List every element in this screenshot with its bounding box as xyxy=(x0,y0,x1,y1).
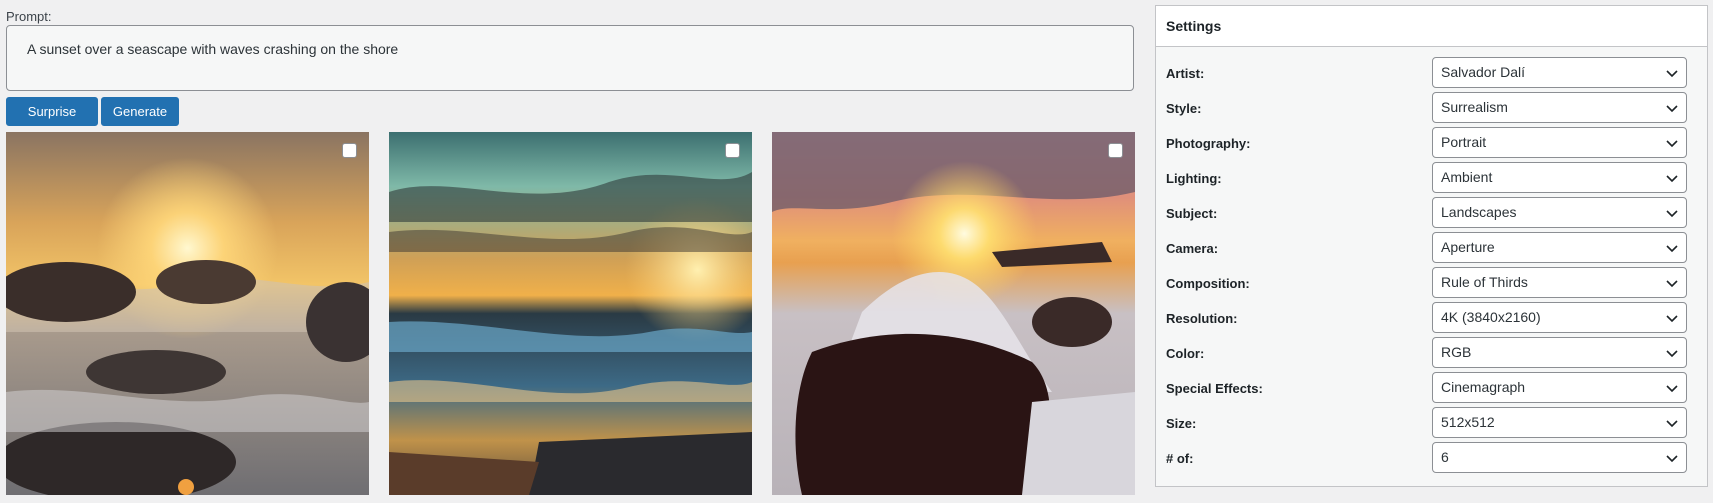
image-sunset-rocks xyxy=(6,132,369,495)
setting-row-color: Color: RGB xyxy=(1156,337,1707,372)
select-value: Aperture xyxy=(1441,239,1495,255)
settings-panel: Settings Artist: Salvador Dalí Style: Su… xyxy=(1155,5,1708,487)
count-select[interactable]: 6 xyxy=(1432,442,1687,473)
setting-label: Camera: xyxy=(1166,241,1219,256)
artist-select[interactable]: Salvador Dalí xyxy=(1432,57,1687,88)
setting-row-style: Style: Surrealism xyxy=(1156,92,1707,127)
select-value: Salvador Dalí xyxy=(1441,64,1526,80)
select-value: RGB xyxy=(1441,344,1472,360)
camera-select[interactable]: Aperture xyxy=(1432,232,1687,263)
chevron-down-icon xyxy=(1666,140,1678,148)
chevron-down-icon xyxy=(1666,350,1678,358)
chevron-down-icon xyxy=(1666,245,1678,253)
resolution-select[interactable]: 4K (3840x2160) xyxy=(1432,302,1687,333)
chevron-down-icon xyxy=(1666,315,1678,323)
image-3-checkbox[interactable] xyxy=(1108,143,1123,158)
setting-label: Style: xyxy=(1166,101,1202,116)
generate-button[interactable]: Generate xyxy=(101,97,179,126)
setting-label: # of: xyxy=(1166,451,1194,466)
setting-row-photography: Photography: Portrait xyxy=(1156,127,1707,162)
select-value: Ambient xyxy=(1441,169,1493,185)
setting-row-subject: Subject: Landscapes xyxy=(1156,197,1707,232)
prompt-textarea[interactable]: A sunset over a seascape with waves cras… xyxy=(6,25,1134,91)
chevron-down-icon xyxy=(1666,455,1678,463)
prompt-label: Prompt: xyxy=(6,9,52,24)
special-effects-select[interactable]: Cinemagraph xyxy=(1432,372,1687,403)
settings-title: Settings xyxy=(1156,6,1707,47)
setting-label: Composition: xyxy=(1166,276,1250,291)
subject-select[interactable]: Landscapes xyxy=(1432,197,1687,228)
generated-image-1[interactable] xyxy=(6,132,369,495)
setting-row-camera: Camera: Aperture xyxy=(1156,232,1707,267)
generated-image-3[interactable] xyxy=(772,132,1135,495)
size-select[interactable]: 512x512 xyxy=(1432,407,1687,438)
setting-row-composition: Composition: Rule of Thirds xyxy=(1156,267,1707,302)
setting-row-size: Size: 512x512 xyxy=(1156,407,1707,442)
style-select[interactable]: Surrealism xyxy=(1432,92,1687,123)
color-select[interactable]: RGB xyxy=(1432,337,1687,368)
select-value: Landscapes xyxy=(1441,204,1517,220)
select-value: 6 xyxy=(1441,449,1449,465)
setting-label: Artist: xyxy=(1166,66,1205,81)
photography-select[interactable]: Portrait xyxy=(1432,127,1687,158)
lighting-select[interactable]: Ambient xyxy=(1432,162,1687,193)
select-value: Surrealism xyxy=(1441,99,1508,115)
image-2-checkbox[interactable] xyxy=(725,143,740,158)
chevron-down-icon xyxy=(1666,175,1678,183)
setting-label: Photography: xyxy=(1166,136,1251,151)
setting-label: Subject: xyxy=(1166,206,1218,221)
chevron-down-icon xyxy=(1666,210,1678,218)
image-sunset-wave xyxy=(772,132,1135,495)
chevron-down-icon xyxy=(1666,420,1678,428)
surprise-me-button[interactable]: Surprise Me xyxy=(6,97,98,146)
setting-row-artist: Artist: Salvador Dalí xyxy=(1156,57,1707,92)
setting-label: Color: xyxy=(1166,346,1205,361)
setting-row-special-effects: Special Effects: Cinemagraph xyxy=(1156,372,1707,407)
setting-row-lighting: Lighting: Ambient xyxy=(1156,162,1707,197)
select-value: Rule of Thirds xyxy=(1441,274,1528,290)
chevron-down-icon xyxy=(1666,385,1678,393)
generated-image-2[interactable] xyxy=(389,132,752,495)
setting-row-count: # of: 6 xyxy=(1156,442,1707,477)
setting-label: Special Effects: xyxy=(1166,381,1263,396)
image-sunset-sea xyxy=(389,132,752,495)
setting-label: Size: xyxy=(1166,416,1197,431)
select-value: Cinemagraph xyxy=(1441,379,1526,395)
setting-row-resolution: Resolution: 4K (3840x2160) xyxy=(1156,302,1707,337)
select-value: 4K (3840x2160) xyxy=(1441,309,1541,325)
select-value: 512x512 xyxy=(1441,414,1495,430)
chevron-down-icon xyxy=(1666,280,1678,288)
image-1-checkbox[interactable] xyxy=(342,143,357,158)
select-value: Portrait xyxy=(1441,134,1487,150)
chevron-down-icon xyxy=(1666,70,1678,78)
setting-label: Resolution: xyxy=(1166,311,1238,326)
composition-select[interactable]: Rule of Thirds xyxy=(1432,267,1687,298)
setting-label: Lighting: xyxy=(1166,171,1222,186)
chevron-down-icon xyxy=(1666,105,1678,113)
